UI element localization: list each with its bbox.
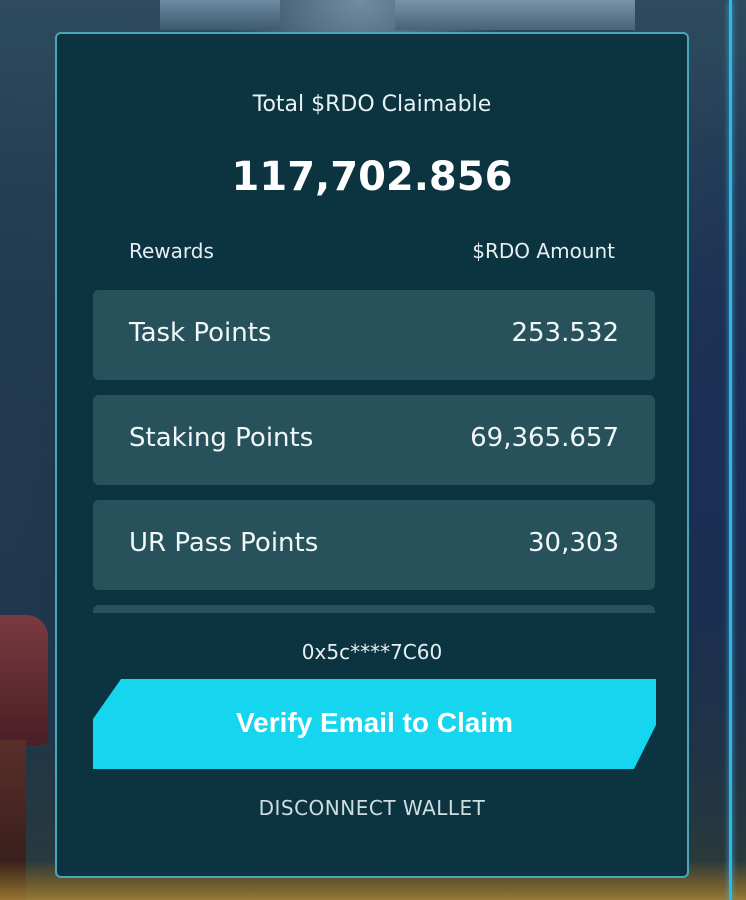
- verify-email-label: Verify Email to Claim: [236, 707, 513, 738]
- reward-name: UR Pass Points: [129, 528, 319, 558]
- verify-email-button[interactable]: Verify Email to Claim: [93, 679, 656, 769]
- rewards-list[interactable]: Task Points 253.532 Staking Points 69,36…: [93, 290, 655, 613]
- background-pillar-left: [160, 0, 280, 30]
- background-mailbox: [0, 615, 48, 745]
- reward-row-task-points: Task Points 253.532: [93, 290, 655, 380]
- reward-row-ur-pass-points: UR Pass Points 30,303: [93, 500, 655, 590]
- claim-panel: Total $RDO Claimable 117,702.856 Rewards…: [55, 32, 689, 878]
- background-neon-line: [729, 0, 732, 900]
- reward-value: 253.532: [511, 318, 619, 348]
- wallet-address: 0x5c****7C60: [301, 640, 443, 664]
- claimable-amount: 117,702.856: [231, 154, 513, 200]
- reward-row-partial: [93, 605, 655, 613]
- reward-value: 30,303: [528, 528, 619, 558]
- reward-name: Staking Points: [129, 423, 314, 453]
- reward-row-staking-points: Staking Points 69,365.657: [93, 395, 655, 485]
- rewards-column-header: Rewards: [129, 239, 214, 263]
- reward-value: 69,365.657: [470, 423, 619, 453]
- background-pillar-right: [395, 0, 635, 30]
- disconnect-wallet-link[interactable]: DISCONNECT WALLET: [57, 796, 687, 820]
- claimable-title: Total $RDO Claimable: [252, 92, 492, 117]
- reward-name: Task Points: [129, 318, 272, 348]
- amount-column-header: $RDO Amount: [472, 239, 615, 263]
